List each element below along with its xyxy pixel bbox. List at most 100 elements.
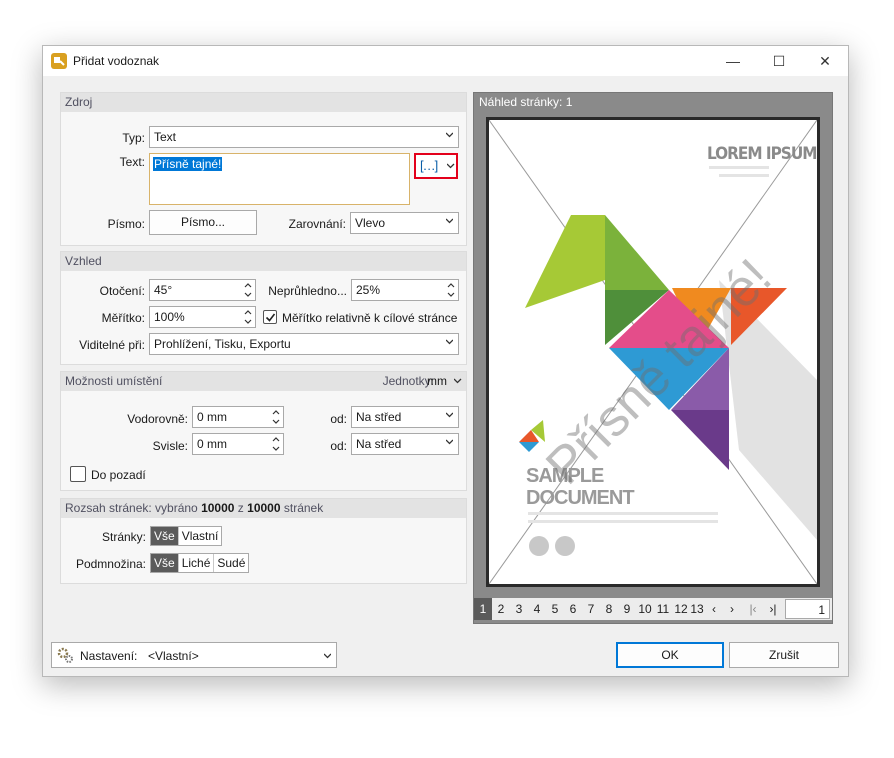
last-icon: ›| — [769, 602, 777, 616]
horizontal-value: 0 mm — [197, 410, 227, 424]
page-tab-8[interactable]: 8 — [600, 598, 618, 620]
first-icon: |‹ — [749, 602, 757, 616]
chevron-down-icon — [446, 439, 453, 445]
page-tab-1[interactable]: 1 — [474, 598, 492, 620]
type-select[interactable]: Text — [149, 126, 459, 148]
visible-label: Viditelné při: — [79, 338, 145, 352]
page-tab-5[interactable]: 5 — [546, 598, 564, 620]
vertical-from-label: od: — [330, 439, 347, 453]
spinner-icon[interactable] — [242, 280, 254, 300]
vertical-spinner[interactable]: 0 mm — [192, 433, 284, 455]
range-total: 10000 — [247, 501, 281, 515]
text-input[interactable]: Přísně tajné! — [149, 153, 410, 205]
chevron-down-icon — [324, 653, 331, 659]
subset-label: Podmnožina: — [75, 557, 146, 571]
close-icon: ✕ — [819, 53, 831, 69]
preview-heading: Náhled stránky: 1 — [479, 95, 573, 109]
page-tab-7[interactable]: 7 — [582, 598, 600, 620]
rotation-spinner[interactable]: 45° — [149, 279, 256, 301]
page-tab-2[interactable]: 2 — [492, 598, 510, 620]
scale-spinner[interactable]: 100% — [149, 306, 256, 328]
app-icon — [51, 53, 67, 69]
chevron-down-icon — [446, 339, 453, 345]
page-tab-13[interactable]: 13 — [690, 598, 704, 620]
type-value: Text — [154, 130, 177, 144]
page-number-value: 1 — [818, 603, 825, 617]
vertical-from-value: Na střed — [356, 437, 402, 451]
visible-select[interactable]: Prohlížení, Tisku, Exportu — [149, 333, 459, 355]
range-suffix: stránek — [283, 501, 324, 515]
range-prefix: Rozsah stránek: vybráno — [65, 501, 198, 515]
relative-scale-label: Měřítko relativně k cílové stránce — [282, 311, 458, 325]
last-page-button[interactable]: ›| — [764, 598, 782, 620]
page-tab-4[interactable]: 4 — [528, 598, 546, 620]
background-checkbox[interactable] — [70, 466, 86, 482]
visible-value: Prohlížení, Tisku, Exportu — [154, 337, 291, 351]
font-button[interactable]: Písmo... — [149, 210, 257, 235]
appearance-section: Vzhled Otočení: 45° Neprůhledno... 25% M… — [60, 251, 467, 365]
rotation-value: 45° — [154, 283, 173, 297]
prev-page-button[interactable]: ‹ — [706, 598, 722, 620]
window-title: Přidat vodoznak — [73, 54, 160, 68]
checkmark-icon — [265, 313, 276, 322]
opacity-label: Neprůhledno... — [268, 284, 347, 298]
chevron-down-icon[interactable] — [454, 378, 462, 385]
type-label: Typ: — [122, 131, 145, 145]
relative-scale-checkbox[interactable] — [263, 310, 277, 324]
prev-icon: ‹ — [712, 602, 716, 616]
close-button[interactable]: ✕ — [802, 46, 848, 76]
spinner-icon[interactable] — [445, 280, 457, 300]
placement-section: Možnosti umístění Jednotky: mm Vodorovně… — [60, 371, 467, 491]
page-number-input[interactable]: 1 — [785, 599, 830, 619]
chevron-down-icon — [446, 218, 453, 224]
subset-odd-option[interactable]: Liché — [179, 554, 215, 572]
ok-button[interactable]: OK — [616, 642, 724, 668]
spinner-icon[interactable] — [270, 434, 282, 454]
cancel-button[interactable]: Zrušit — [729, 642, 839, 668]
subset-all-option[interactable]: Vše — [151, 554, 179, 572]
units-value[interactable]: mm — [427, 372, 447, 391]
dialog-window: Přidat vodoznak — ☐ ✕ Zdroj Typ: Text Te… — [42, 45, 849, 677]
range-heading: Rozsah stránek: vybráno 10000 z 10000 st… — [61, 499, 466, 518]
spinner-icon[interactable] — [242, 307, 254, 327]
appearance-heading: Vzhled — [61, 252, 466, 271]
maximize-button[interactable]: ☐ — [756, 46, 802, 76]
first-page-button[interactable]: |‹ — [744, 598, 762, 620]
pages-all-option[interactable]: Vše — [151, 527, 179, 545]
settings-select[interactable]: Nastavení: <Vlastní> — [51, 642, 337, 668]
spinner-icon[interactable] — [270, 407, 282, 427]
rotation-label: Otočení: — [99, 284, 145, 298]
chevron-down-icon — [447, 163, 455, 169]
align-select[interactable]: Vlevo — [350, 212, 459, 234]
next-page-button[interactable]: › — [724, 598, 740, 620]
maximize-icon: ☐ — [772, 53, 786, 69]
vertical-from-select[interactable]: Na střed — [351, 433, 459, 455]
range-selected: 10000 — [201, 501, 235, 515]
opacity-value: 25% — [356, 283, 381, 297]
horizontal-spinner[interactable]: 0 mm — [192, 406, 284, 428]
vertical-label: Svisle: — [152, 439, 188, 453]
subset-segmented: Vše Liché Sudé — [150, 553, 250, 573]
insert-macro-button[interactable]: […] — [414, 153, 458, 179]
page-tab-9[interactable]: 9 — [618, 598, 636, 620]
minimize-icon: — — [726, 53, 740, 69]
page-tab-6[interactable]: 6 — [564, 598, 582, 620]
horizontal-label: Vodorovně: — [127, 412, 188, 426]
opacity-spinner[interactable]: 25% — [351, 279, 459, 301]
page-tab-11[interactable]: 11 — [654, 598, 672, 620]
page-navigator: 1 2 3 4 5 6 7 8 9 10 11 12 13 ‹ › |‹ ›| … — [474, 598, 832, 620]
doc-title: LOREM IPSUM — [707, 144, 817, 164]
preview-panel: Náhled stránky: 1 LOREM IPSUM SAMPLE DOC… — [473, 92, 833, 624]
horizontal-from-value: Na střed — [356, 410, 402, 424]
pages-segmented: Vše Vlastní — [150, 526, 223, 546]
page-tab-3[interactable]: 3 — [510, 598, 528, 620]
minimize-button[interactable]: — — [710, 46, 756, 76]
subset-even-option[interactable]: Sudé — [214, 554, 248, 572]
pages-label: Stránky: — [101, 530, 146, 544]
preview-page: LOREM IPSUM SAMPLE DOCUMENT Přísně tajné… — [486, 117, 820, 587]
page-tab-10[interactable]: 10 — [636, 598, 654, 620]
page-tab-12[interactable]: 12 — [672, 598, 690, 620]
pages-custom-option[interactable]: Vlastní — [179, 527, 222, 545]
source-section: Zdroj Typ: Text Text: Přísně tajné! […] … — [60, 92, 467, 246]
horizontal-from-select[interactable]: Na střed — [351, 406, 459, 428]
